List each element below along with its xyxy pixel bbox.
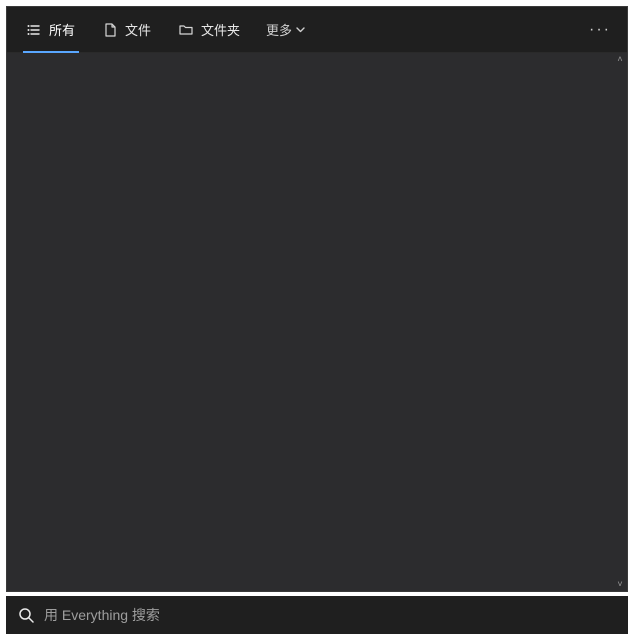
search-input[interactable] (44, 607, 616, 623)
scroll-down-icon[interactable]: ˅ (617, 580, 622, 589)
overflow-menu-button[interactable]: ··· (581, 21, 619, 39)
search-bar (6, 596, 628, 634)
chevron-down-icon (296, 27, 305, 33)
tab-label: 文件夹 (201, 20, 240, 39)
tab-bar: 所有 文件 文件夹 更多 (7, 7, 627, 53)
list-icon (27, 23, 41, 37)
more-label: 更多 (266, 20, 292, 39)
tab-label: 文件 (125, 20, 151, 39)
folder-icon (179, 23, 193, 37)
ellipsis-icon: ··· (589, 21, 611, 38)
window: 所有 文件 文件夹 更多 (6, 6, 628, 592)
search-icon (18, 607, 34, 623)
tab-file[interactable]: 文件 (91, 7, 163, 53)
tab-folder[interactable]: 文件夹 (167, 7, 252, 53)
file-icon (103, 23, 117, 37)
tab-all[interactable]: 所有 (15, 7, 87, 53)
tab-label: 所有 (49, 20, 75, 39)
content-wrap: ˄ ˅ (7, 53, 627, 591)
results-area (7, 53, 613, 591)
tab-more[interactable]: 更多 (256, 7, 315, 53)
vertical-scrollbar[interactable]: ˄ ˅ (613, 53, 627, 591)
app-frame: 所有 文件 文件夹 更多 (0, 0, 640, 640)
scroll-up-icon[interactable]: ˄ (617, 55, 622, 64)
